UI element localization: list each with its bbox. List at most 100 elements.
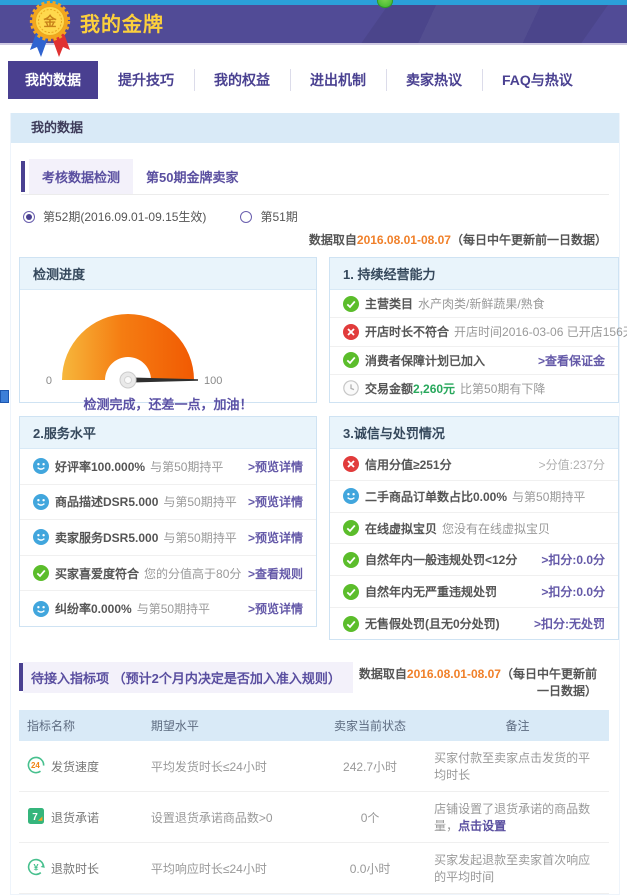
transaction-amount-value: 2,260元: [413, 380, 455, 397]
pending-metrics-header: 待接入指标项 （预计2个月内决定是否加入准入规则） 数据取自2016.08.01…: [19, 655, 609, 699]
metric-label: 开店时长不符合: [365, 323, 449, 340]
table-row-return-promise: 7退货承诺 设置退货承诺商品数>0 0个 店铺设置了退货承诺的商品数量，点击设置: [19, 792, 609, 843]
metric-seller-service: 卖家服务DSR5.000 与第50期持平 >预览详情: [20, 519, 316, 555]
note-prefix: 数据取自: [309, 233, 357, 247]
pending-title-text: 待接入指标项: [31, 671, 109, 686]
metric-consumer-protection: 消费者保障计划已加入 >查看保证金: [330, 346, 618, 374]
pending-subtitle-text: （预计2个月内决定是否加入准入规则）: [113, 671, 341, 686]
col-expected-level: 期望水平: [143, 710, 314, 741]
metric-main-category: 主营类目 水产肉类/新鲜蔬果/熟食: [330, 290, 618, 317]
integrity-penalty-panel: 3.诚信与处罚情况 信用分值≥251分 >分值:237分 二手商品订单数占比0.…: [329, 416, 619, 640]
cross-circle-icon: [343, 456, 359, 472]
refund-time-icon: ¥: [27, 865, 45, 879]
metric-label: 消费者保障计划已加入: [365, 352, 485, 369]
subtab-assessment-check[interactable]: 考核数据检测: [29, 159, 133, 194]
radio-period-51-label[interactable]: 第51期: [260, 208, 297, 225]
metric-label: 在线虚拟宝贝: [365, 520, 437, 537]
note-date: 2016.08.01-08.07: [407, 667, 501, 681]
remark: 买家发起退款至卖家首次响应的平均时间: [426, 843, 609, 894]
metric-label: 好评率100.000%: [55, 458, 145, 475]
note-prefix: 数据取自: [359, 667, 407, 681]
note-suffix: （每日中午更新前一日数据）: [451, 233, 607, 247]
data-source-note: 数据取自2016.08.01-08.07（每日中午更新前一日数据）: [11, 231, 607, 248]
subtab-period50-sellers[interactable]: 第50期金牌卖家: [133, 159, 251, 194]
gauge-body: 0 100 检测完成，还差一点，加油！: [20, 290, 316, 413]
view-deposit-link[interactable]: >查看保证金: [538, 352, 605, 369]
col-remark: 备注: [426, 710, 609, 741]
metric-buyer-favor: 买家喜爱度符合 您的分值高于80分 >查看规则: [20, 555, 316, 591]
check-circle-icon: [343, 296, 359, 312]
metric-name: 发货速度: [51, 760, 99, 774]
radio-period-51[interactable]: [240, 211, 252, 223]
deduction-link[interactable]: >扣分:无处罚: [534, 615, 605, 632]
cross-circle-icon: [343, 324, 359, 340]
tab-improve-skills[interactable]: 提升技巧: [98, 61, 194, 99]
metric-label: 卖家服务DSR5.000: [55, 529, 158, 546]
current-status: 242.7小时: [314, 741, 426, 792]
smiley-icon: [343, 488, 359, 504]
col-metric-name: 指标名称: [19, 710, 143, 741]
metric-desc: 与第50期持平: [163, 493, 236, 510]
operating-ability-panel: 1. 持续经营能力 主营类目 水产肉类/新鲜蔬果/熟食 开店时长不符合 开店时间…: [329, 257, 619, 403]
tab-my-data[interactable]: 我的数据: [8, 61, 98, 99]
medal-character: 金: [42, 14, 57, 29]
view-rules-link[interactable]: >查看规则: [248, 565, 303, 582]
metric-desc: 与第50期持平: [512, 488, 585, 505]
check-circle-icon: [343, 520, 359, 536]
preview-detail-link[interactable]: >预览详情: [248, 600, 303, 617]
radio-period-52[interactable]: [23, 211, 35, 223]
click-to-set-link[interactable]: 点击设置: [458, 819, 506, 833]
metric-label: 无售假处罚(且无0分处罚): [365, 615, 500, 632]
metric-name: 退款时长: [51, 862, 99, 876]
operating-ability-title: 1. 持续经营能力: [330, 258, 618, 290]
note-date: 2016.08.01-08.07: [357, 233, 451, 247]
panels-grid: 检测进度 0 100: [19, 257, 619, 640]
gauge-max-label: 100: [204, 375, 222, 387]
progress-gauge-panel: 检测进度 0 100: [19, 257, 317, 403]
metric-name: 退货承诺: [51, 811, 99, 825]
note-suffix: （每日中午更新前一日数据）: [501, 667, 597, 698]
svg-text:¥: ¥: [33, 862, 38, 872]
table-header-row: 指标名称 期望水平 卖家当前状态 备注: [19, 710, 609, 741]
metric-positive-rate: 好评率100.000% 与第50期持平 >预览详情: [20, 449, 316, 484]
tab-seller-buzz[interactable]: 卖家热议: [386, 61, 482, 99]
svg-text:7: 7: [32, 812, 38, 823]
tab-entry-exit[interactable]: 进出机制: [290, 61, 386, 99]
smiley-icon: [33, 494, 49, 510]
section-title: 我的数据: [11, 113, 619, 143]
metric-label: 自然年内一般违规处罚<12分: [365, 551, 517, 568]
expected-level: 设置退货承诺商品数>0: [143, 792, 314, 843]
tab-faq[interactable]: FAQ与热议: [482, 61, 593, 99]
page-title: 我的金牌: [80, 5, 627, 45]
metric-serious-violation: 自然年内无严重违规处罚 >扣分:0.0分: [330, 575, 618, 607]
metric-secondhand-ratio: 二手商品订单数占比0.00% 与第50期持平: [330, 480, 618, 512]
integrity-penalty-title: 3.诚信与处罚情况: [330, 417, 618, 449]
speed-24h-icon: 24: [27, 763, 45, 777]
preview-detail-link[interactable]: >预览详情: [248, 458, 303, 475]
pending-title: 待接入指标项 （预计2个月内决定是否加入准入规则）: [23, 662, 353, 693]
table-row-refund-duration: ¥退款时长 平均响应时长≤24小时 0.0小时 买家发起退款至卖家首次响应的平均…: [19, 843, 609, 894]
radio-period-52-label[interactable]: 第52期(2016.09.01-09.15生效): [43, 208, 206, 225]
tab-my-benefits[interactable]: 我的权益: [194, 61, 290, 99]
check-circle-icon: [33, 565, 49, 581]
metric-desc: 与第50期持平: [163, 529, 236, 546]
metric-label: 二手商品订单数占比0.00%: [365, 488, 507, 505]
service-level-panel: 2.服务水平 好评率100.000% 与第50期持平 >预览详情 商品描述DSR…: [19, 416, 317, 627]
expected-level: 平均响应时长≤24小时: [143, 843, 314, 894]
gold-medal-icon: 金: [24, 0, 76, 65]
preview-detail-link[interactable]: >预览详情: [248, 493, 303, 510]
deduction-link[interactable]: >扣分:0.0分: [541, 551, 605, 568]
main-content: 我的数据 考核数据检测 第50期金牌卖家 第52期(2016.09.01-09.…: [10, 113, 620, 895]
table-row-shipping-speed: 24发货速度 平均发货时长≤24小时 242.7小时 买家付款至卖家点击发货的平…: [19, 741, 609, 792]
metric-transaction-amount: 交易金额 2,260元 比第50期有下降: [330, 374, 618, 402]
metric-desc: 您的分值高于80分: [144, 565, 241, 582]
nav-tabbar: 我的数据 提升技巧 我的权益 进出机制 卖家热议 FAQ与热议: [0, 45, 627, 113]
deduction-link[interactable]: >扣分:0.0分: [541, 583, 605, 600]
return-7day-icon: 7: [27, 814, 45, 828]
subtabs: 考核数据检测 第50期金牌卖家: [21, 159, 609, 195]
left-scroll-handle[interactable]: [0, 390, 9, 403]
metric-counterfeit-penalty: 无售假处罚(且无0分处罚) >扣分:无处罚: [330, 607, 618, 639]
progress-gauge-chart: 0 100: [20, 304, 236, 390]
preview-detail-link[interactable]: >预览详情: [248, 529, 303, 546]
smiley-icon: [33, 601, 49, 617]
